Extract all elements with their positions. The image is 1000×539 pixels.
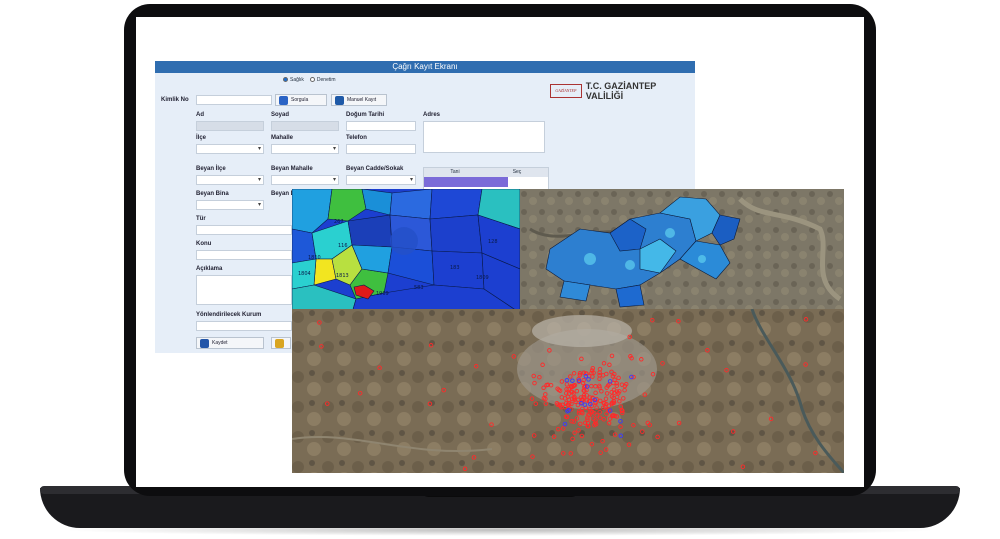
- radio-selected-icon: [283, 77, 288, 83]
- button-label: Sorgula: [291, 97, 309, 103]
- save-icon: [200, 338, 209, 348]
- aciklama-textarea[interactable]: [196, 275, 292, 305]
- map-label: 1969: [376, 291, 389, 297]
- logo-badge: GAZİANTEP: [550, 84, 582, 98]
- table-row[interactable]: [424, 177, 508, 187]
- yonlendirilecek-label: Yönlendirilecek Kurum: [196, 312, 262, 318]
- map-label: 583: [414, 285, 424, 291]
- satellite-points-map[interactable]: [292, 309, 844, 473]
- kaydet-button[interactable]: Kaydet: [196, 337, 264, 349]
- laptop-mockup: Çağrı Kayıt Ekranı Sağlık Denetim GAZİAN…: [0, 0, 1000, 539]
- telefon-field[interactable]: [346, 144, 416, 154]
- button-label: Kaydet: [212, 340, 228, 346]
- map-label: 267: [334, 219, 344, 225]
- dogum-tarihi-label: Doğum Tarihi: [346, 112, 385, 118]
- choropleth-svg: 267 116 1813 1969 183 583 1804 1810 128 …: [292, 189, 520, 313]
- adres-label: Adres: [423, 112, 441, 118]
- telefon-label: Telefon: [346, 135, 367, 141]
- window-title: Çağrı Kayıt Ekranı: [155, 61, 695, 73]
- ilce-select[interactable]: [196, 144, 264, 154]
- aciklama-label: Açıklama: [196, 266, 223, 272]
- beyan-cadde-select[interactable]: [346, 175, 416, 185]
- radio-saglik[interactable]: Sağlık: [283, 77, 304, 83]
- button-label: Manuel Kayıt: [347, 97, 377, 103]
- category-radio-group: Sağlık Denetim: [283, 77, 336, 83]
- sorgula-button[interactable]: Sorgula: [275, 94, 327, 106]
- ad-field[interactable]: [196, 121, 264, 131]
- konu-field[interactable]: [196, 250, 292, 260]
- satellite-district-svg: [520, 189, 844, 313]
- map-label: 1804: [298, 271, 311, 277]
- logo-text: T.C. GAZİANTEP VALİLİĞİ: [585, 81, 657, 101]
- map-label: 116: [338, 243, 348, 249]
- radio-empty-icon: [309, 77, 315, 83]
- governorship-logo: GAZİANTEP T.C. GAZİANTEP VALİLİĞİ: [550, 81, 695, 101]
- beyan-bina-select[interactable]: [196, 200, 264, 210]
- map-label: 1810: [308, 255, 321, 261]
- column-header: Seç: [512, 169, 522, 175]
- clear-button[interactable]: [271, 337, 291, 349]
- adres-textarea[interactable]: [423, 121, 545, 153]
- beyan-ilce-label: Beyan İlçe: [196, 166, 226, 172]
- beyan-cadde-label: Beyan Cadde/Sokak: [346, 166, 404, 172]
- ad-label: Ad: [196, 112, 204, 118]
- dogum-tarihi-field[interactable]: [346, 121, 416, 131]
- map-label: 1809: [476, 275, 489, 281]
- map-label: 183: [450, 265, 460, 271]
- radio-label: Denetim: [316, 77, 336, 83]
- map-label: 128: [488, 239, 498, 245]
- table-header: Tani Seç: [424, 168, 548, 177]
- mahalle-select[interactable]: [271, 144, 339, 154]
- map-label: 1813: [336, 273, 349, 279]
- kimlik-no-label: Kimlik No: [161, 97, 189, 103]
- konu-label: Konu: [196, 241, 212, 247]
- beyan-ilce-select[interactable]: [196, 175, 264, 185]
- laptop-screen: Çağrı Kayıt Ekranı Sağlık Denetim GAZİAN…: [136, 17, 864, 487]
- tur-field[interactable]: [196, 225, 292, 235]
- beyan-mahalle-select[interactable]: [271, 175, 339, 185]
- tur-label: Tür: [196, 216, 206, 222]
- kimlik-no-input[interactable]: [196, 95, 272, 105]
- column-header: Tani: [450, 169, 460, 175]
- beyan-mahalle-label: Beyan Mahalle: [271, 166, 313, 172]
- soyad-label: Soyad: [271, 112, 290, 118]
- search-icon: [279, 95, 288, 105]
- soyad-field[interactable]: [271, 121, 339, 131]
- mahalle-label: Mahalle: [271, 135, 294, 141]
- choropleth-map[interactable]: 267 116 1813 1969 183 583 1804 1810 128 …: [292, 189, 520, 313]
- manuel-kayit-button[interactable]: Manuel Kayıt: [331, 94, 387, 106]
- document-icon: [335, 95, 344, 105]
- ilce-label: İlçe: [196, 135, 207, 141]
- satellite-district-map[interactable]: [520, 189, 844, 313]
- radio-label: Sağlık: [290, 77, 304, 83]
- beyan-bina-label: Beyan Bina: [196, 191, 229, 197]
- broom-icon: [275, 338, 284, 348]
- yonlendirilecek-field[interactable]: [196, 321, 292, 331]
- radio-denetim[interactable]: Denetim: [309, 77, 336, 83]
- satellite-points-svg: [292, 309, 844, 473]
